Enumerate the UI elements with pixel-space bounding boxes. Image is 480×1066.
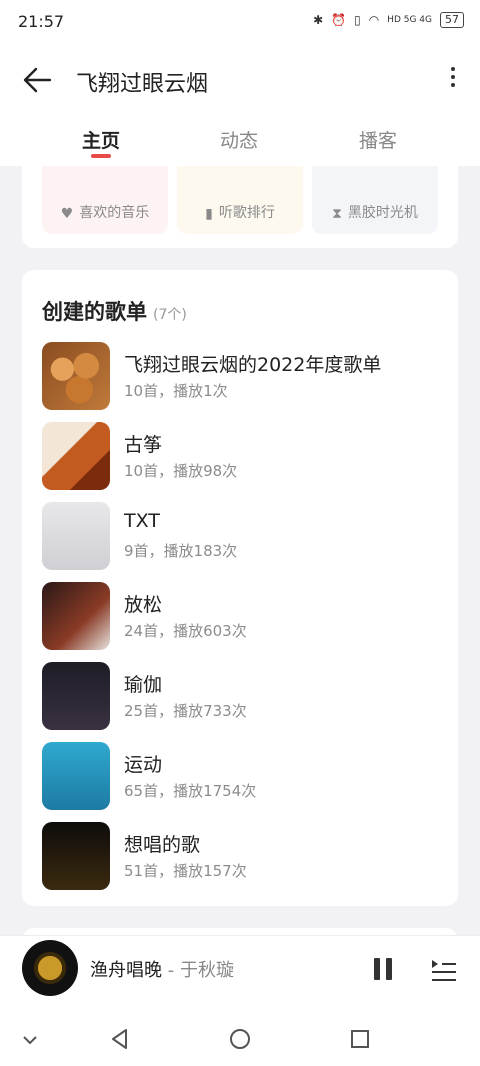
playlist-name: 古筝	[124, 434, 163, 456]
section-heading: 创建的歌单 (7个)	[42, 296, 187, 326]
playlist-meta: 10首，播放98次	[124, 462, 238, 480]
system-nav-bar	[0, 1011, 480, 1066]
status-icons: ✱ ⏰ ▯ ◠ HD 5G 4G 57	[313, 12, 464, 28]
song-artist: - 于秋璇	[162, 960, 234, 981]
network-label: HD 5G 4G	[387, 14, 432, 25]
playlist-cover	[42, 342, 110, 410]
page-title: 飞翔过眼云烟	[76, 72, 209, 97]
listening-rank-label: 听歌排行	[218, 205, 275, 221]
playlist-item[interactable]: 瑜伽 25首，播放733次	[42, 662, 442, 730]
playlist-item[interactable]: 飞翔过眼云烟的2022年度歌单 10首，播放1次	[42, 342, 442, 410]
playlist-meta: 24首，播放603次	[124, 622, 247, 640]
mini-player[interactable]: 渔舟唱晚 - 于秋璇	[0, 935, 480, 1012]
song-title: 渔舟唱晚	[90, 960, 162, 981]
vinyl-time-machine-label: 黑胶时光机	[347, 205, 418, 221]
status-bar: 21:57 ✱ ⏰ ▯ ◠ HD 5G 4G 57	[0, 0, 480, 46]
playlist-item[interactable]: 运动 65首，播放1754次	[42, 742, 442, 810]
profile-tabs: 主页 动态 播客	[0, 114, 480, 166]
playlist-meta: 65首，播放1754次	[124, 782, 257, 800]
playlist-cover	[42, 822, 110, 890]
play-queue-icon[interactable]	[430, 956, 458, 984]
playlist-item[interactable]: 古筝 10首，播放98次	[42, 422, 442, 490]
chevron-down-icon[interactable]	[16, 1025, 44, 1053]
nav-back-icon[interactable]	[106, 1025, 134, 1053]
listening-rank-button[interactable]: ▮ 听歌排行	[177, 166, 303, 234]
playlist-cover	[42, 742, 110, 810]
playlist-item[interactable]: 放松 24首，播放603次	[42, 582, 442, 650]
vinyl-time-machine-button[interactable]: ⧗ 黑胶时光机	[312, 166, 438, 234]
app-header: 飞翔过眼云烟	[0, 46, 480, 114]
heart-icon: ♥	[60, 206, 74, 222]
back-arrow-icon[interactable]	[20, 64, 56, 96]
liked-music-label: 喜欢的音乐	[79, 205, 150, 221]
playlist-name: TXT	[124, 510, 160, 532]
playlist-name: 放松	[124, 594, 163, 616]
playlist-name: 瑜伽	[124, 674, 163, 696]
created-playlists-card: 创建的歌单 (7个) 飞翔过眼云烟的2022年度歌单 10首，播放1次 古筝 10…	[22, 270, 458, 906]
playlist-item[interactable]: TXT 9首，播放183次	[42, 502, 442, 570]
active-tab-indicator	[91, 154, 111, 158]
nav-recents-icon[interactable]	[346, 1025, 374, 1053]
liked-music-button[interactable]: ♥ 喜欢的音乐	[42, 166, 168, 234]
playlist-name: 想唱的歌	[124, 834, 201, 856]
playlist-count: (7个)	[153, 307, 187, 323]
album-disc[interactable]	[22, 940, 78, 996]
playlist-meta: 9首，播放183次	[124, 542, 238, 560]
pause-button[interactable]	[374, 958, 394, 980]
playlist-item[interactable]: 想唱的歌 51首，播放157次	[42, 822, 442, 890]
battery-indicator: 57	[440, 12, 464, 28]
now-playing[interactable]: 渔舟唱晚 - 于秋璇	[90, 956, 234, 982]
tab-activity[interactable]: 动态	[199, 126, 279, 153]
playlist-name: 运动	[124, 754, 163, 776]
playlist-cover	[42, 422, 110, 490]
wifi-icon: ◠	[368, 13, 380, 27]
bar-chart-icon: ▮	[205, 206, 213, 222]
playlist-meta: 25首，播放733次	[124, 702, 247, 720]
playlist-meta: 10首，播放1次	[124, 382, 228, 400]
playlist-meta: 51首，播放157次	[124, 862, 247, 880]
tab-podcast[interactable]: 播客	[338, 126, 418, 153]
playlist-cover	[42, 662, 110, 730]
quick-links-card: ♥ 喜欢的音乐 ▮ 听歌排行 ⧗ 黑胶时光机	[22, 166, 458, 248]
nav-home-icon[interactable]	[226, 1025, 254, 1053]
tab-home[interactable]: 主页	[61, 126, 141, 153]
bluetooth-icon: ✱	[313, 13, 324, 27]
playlist-cover	[42, 502, 110, 570]
section-title: 创建的歌单	[42, 300, 147, 324]
playlist-cover	[42, 582, 110, 650]
status-time: 21:57	[18, 12, 65, 31]
vibrate-icon: ▯	[354, 13, 361, 27]
playlist-name: 飞翔过眼云烟的2022年度歌单	[124, 354, 382, 376]
alarm-icon: ⏰	[331, 13, 347, 27]
more-options-icon[interactable]	[448, 64, 458, 96]
hourglass-icon: ⧗	[332, 206, 342, 222]
